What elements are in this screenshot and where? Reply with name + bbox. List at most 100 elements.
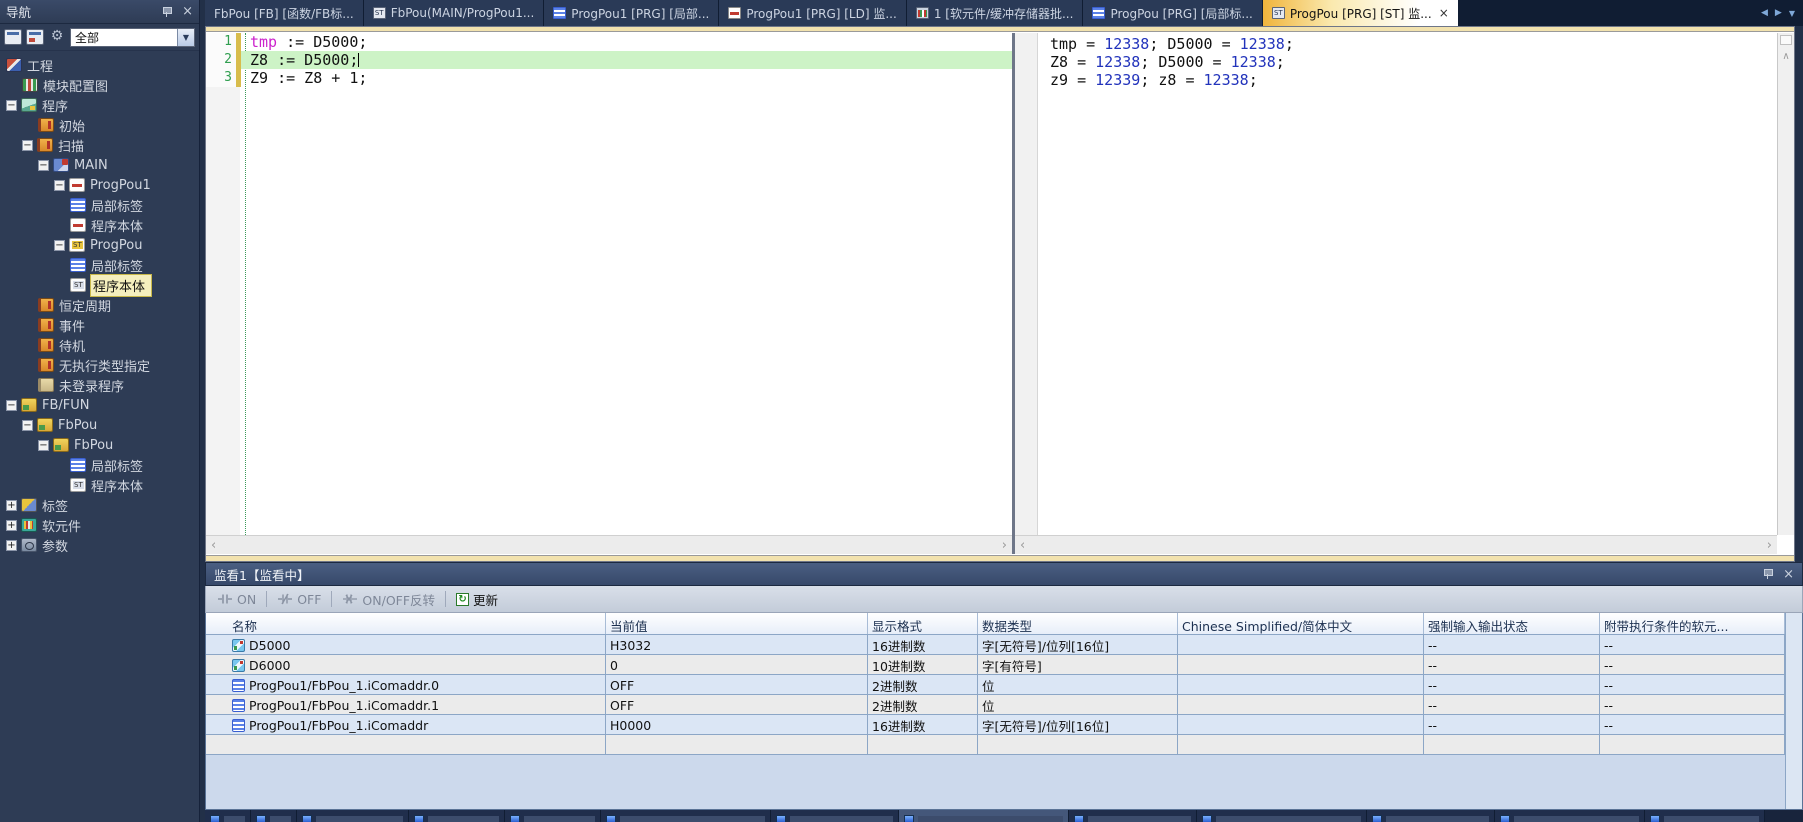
tree-item[interactable]: 软元件: [0, 515, 199, 535]
pin-icon[interactable]: [162, 6, 172, 18]
column-header-name[interactable]: 名称: [206, 613, 606, 634]
column-header-display-format[interactable]: 显示格式: [868, 613, 978, 634]
cell-data-type[interactable]: 字[无符号]/位列[16位]: [978, 635, 1178, 654]
cell-current-value[interactable]: [606, 735, 868, 754]
watch-row[interactable]: D5000 H3032 16进制数 字[无符号]/位列[16位] -- --: [206, 635, 1785, 655]
tree-item[interactable]: 模块配置图: [0, 75, 199, 95]
expand-tree-icon[interactable]: [26, 29, 44, 45]
code-line[interactable]: 3 Z9 := Z8 + 1;: [206, 69, 1012, 87]
cell-comment[interactable]: [1178, 695, 1424, 714]
cell-name[interactable]: ProgPou1/FbPou_1.iComaddr: [206, 715, 606, 734]
watch-row[interactable]: ProgPou1/FbPou_1.iComaddr.1 OFF 2进制数 位 -…: [206, 695, 1785, 715]
tree-item[interactable]: 无执行类型指定: [0, 355, 199, 375]
dock-tab[interactable]: [251, 810, 297, 822]
tree-item[interactable]: FbPou: [0, 415, 199, 435]
tree-item[interactable]: 扫描: [0, 135, 199, 155]
cell-data-type[interactable]: 字[无符号]/位列[16位]: [978, 715, 1178, 734]
dock-tab[interactable]: [1069, 810, 1197, 822]
cell-force-state[interactable]: --: [1424, 695, 1600, 714]
tree-item[interactable]: 程序本体: [0, 475, 199, 495]
tree-expander-icon[interactable]: [6, 100, 17, 111]
dock-tab[interactable]: [601, 810, 771, 822]
on-off-invert-button[interactable]: ON/OFF反转: [337, 589, 440, 609]
cell-comment[interactable]: [1178, 735, 1424, 754]
tree-expander-icon[interactable]: [22, 140, 33, 151]
tree-item[interactable]: 程序本体: [0, 275, 199, 295]
cell-data-type[interactable]: [978, 735, 1178, 754]
watch-row[interactable]: [206, 735, 1785, 755]
document-tab[interactable]: 1 [软元件/缓冲存储器批... ×: [907, 0, 1084, 26]
tree-item[interactable]: ProgPou1: [0, 175, 199, 195]
document-tab[interactable]: FbPou [FB] [函数/FB标... ×: [205, 0, 364, 26]
dock-tab[interactable]: [1495, 810, 1645, 822]
cell-name[interactable]: D5000: [206, 635, 606, 654]
tree-item[interactable]: 参数: [0, 535, 199, 555]
tree-item[interactable]: 工程: [0, 55, 199, 75]
tree-expander-icon[interactable]: [6, 400, 17, 411]
cell-comment[interactable]: [1178, 675, 1424, 694]
scroll-right-icon[interactable]: ›: [1767, 538, 1772, 553]
tree-expander-icon[interactable]: [38, 440, 49, 451]
column-header-comment[interactable]: Chinese Simplified/简体中文: [1178, 613, 1424, 634]
tree-item[interactable]: 事件: [0, 315, 199, 335]
cell-force-state[interactable]: --: [1424, 655, 1600, 674]
tree-expander-icon[interactable]: [38, 160, 49, 171]
dock-tab[interactable]: [1367, 810, 1495, 822]
cell-display-format[interactable]: 16进制数: [868, 715, 978, 734]
tree-item[interactable]: 程序本体: [0, 215, 199, 235]
close-icon[interactable]: ×: [1783, 568, 1794, 581]
dock-tab[interactable]: [1645, 810, 1765, 822]
cell-data-type[interactable]: 字[有符号]: [978, 655, 1178, 674]
horizontal-scrollbar[interactable]: ‹ ›: [206, 535, 1012, 554]
tree-item[interactable]: FB/FUN: [0, 395, 199, 415]
cell-comment[interactable]: [1178, 655, 1424, 674]
tree-item[interactable]: FbPou: [0, 435, 199, 455]
watch-row[interactable]: ProgPou1/FbPou_1.iComaddr.0 OFF 2进制数 位 -…: [206, 675, 1785, 695]
cell-comment[interactable]: [1178, 715, 1424, 734]
code-line[interactable]: 2 Z8 := D5000;: [206, 51, 1012, 69]
scroll-right-icon[interactable]: ›: [1002, 538, 1007, 553]
dock-tab[interactable]: [771, 810, 899, 822]
tree-expander-icon[interactable]: [54, 240, 65, 251]
document-tab[interactable]: FbPou(MAIN/ProgPou1... ×: [364, 0, 545, 26]
cell-display-format[interactable]: 10进制数: [868, 655, 978, 674]
tree-item[interactable]: 待机: [0, 335, 199, 355]
dock-tab[interactable]: [899, 810, 1069, 822]
tab-list-dropdown-icon[interactable]: ▼: [1789, 9, 1795, 18]
cell-display-format[interactable]: 2进制数: [868, 695, 978, 714]
force-off-button[interactable]: OFF: [272, 589, 326, 609]
tree-item[interactable]: ProgPou: [0, 235, 199, 255]
tree-item[interactable]: 初始: [0, 115, 199, 135]
cell-current-value[interactable]: OFF: [606, 695, 868, 714]
tree-item[interactable]: 标签: [0, 495, 199, 515]
tree-item[interactable]: 局部标签: [0, 455, 199, 475]
dock-tab[interactable]: [205, 810, 251, 822]
tab-scroll-right-icon[interactable]: ▶: [1775, 8, 1782, 18]
column-header-exec-condition[interactable]: 附带执行条件的软元...: [1600, 613, 1785, 634]
document-tab[interactable]: ProgPou1 [PRG] [局部... ×: [544, 0, 719, 26]
scroll-up-icon[interactable]: ∧: [1778, 51, 1794, 62]
cell-name[interactable]: ProgPou1/FbPou_1.iComaddr.0: [206, 675, 606, 694]
watch-vertical-scrollbar[interactable]: [1785, 613, 1802, 809]
code-text-area[interactable]: 1 tmp := D5000; 2 Z8 := D5000; 3 Z9 :=: [206, 33, 1012, 535]
cell-exec-condition[interactable]: --: [1600, 655, 1785, 674]
pin-icon[interactable]: [1763, 568, 1773, 580]
force-on-button[interactable]: ON: [212, 589, 261, 609]
tree-filter-select[interactable]: 全部 ▼: [70, 28, 195, 47]
tree-item[interactable]: 恒定周期: [0, 295, 199, 315]
column-header-force-state[interactable]: 强制输入输出状态: [1424, 613, 1600, 634]
code-pane[interactable]: 1 tmp := D5000; 2 Z8 := D5000; 3 Z9 :=: [206, 33, 1012, 554]
cell-name[interactable]: ProgPou1/FbPou_1.iComaddr.1: [206, 695, 606, 714]
cell-current-value[interactable]: H3032: [606, 635, 868, 654]
cell-exec-condition[interactable]: [1600, 735, 1785, 754]
tree-expander-icon[interactable]: [54, 180, 65, 191]
tree-item[interactable]: 程序: [0, 95, 199, 115]
cell-exec-condition[interactable]: --: [1600, 675, 1785, 694]
close-icon[interactable]: ×: [182, 5, 193, 18]
cell-data-type[interactable]: 位: [978, 675, 1178, 694]
cell-force-state[interactable]: [1424, 735, 1600, 754]
cell-exec-condition[interactable]: --: [1600, 715, 1785, 734]
tree-item[interactable]: 局部标签: [0, 195, 199, 215]
cell-force-state[interactable]: --: [1424, 675, 1600, 694]
tree-expander-icon[interactable]: [22, 420, 33, 431]
